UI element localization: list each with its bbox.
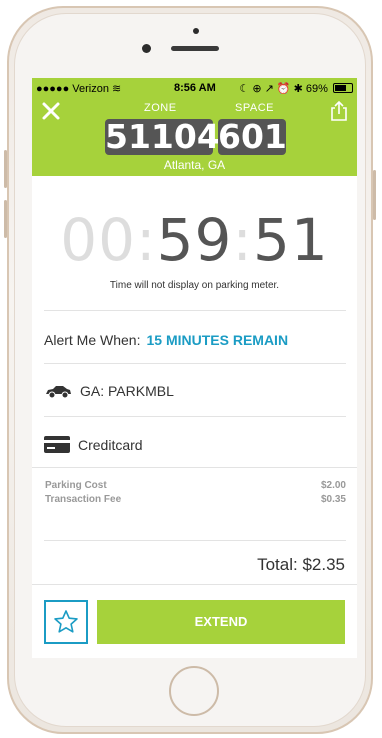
- earpiece-speaker: [171, 46, 219, 51]
- timer-seconds: 51: [252, 206, 329, 274]
- status-right-text: ☾ ⊕ ↗ ⏰ ✱ 69%: [239, 83, 328, 95]
- app-screen: ●●●●● Verizon ≋ 8:56 AM ☾ ⊕ ↗ ⏰ ✱ 69% ZO…: [32, 78, 357, 658]
- payment-row: Creditcard: [44, 436, 346, 456]
- credit-card-icon: [44, 436, 70, 456]
- divider: [44, 310, 346, 311]
- proximity-sensor: [193, 28, 199, 34]
- alert-value[interactable]: 15 MINUTES REMAIN: [146, 332, 288, 348]
- space-number: 601: [218, 117, 287, 156]
- close-icon: [42, 102, 60, 120]
- power-button: [373, 170, 376, 220]
- status-icons: ☾ ⊕ ↗ ⏰ ✱ 69%: [239, 82, 353, 95]
- divider: [44, 363, 346, 364]
- divider: [32, 467, 357, 468]
- cost-value: $2.00: [320, 480, 346, 491]
- timer-separator: :: [232, 206, 253, 274]
- total-amount: Total: $2.35: [257, 555, 345, 574]
- status-time: 8:56 AM: [174, 82, 216, 94]
- footer-divider: [32, 584, 357, 585]
- vehicle-plate: GA: PARKMBL: [80, 383, 174, 399]
- session-header: ●●●●● Verizon ≋ 8:56 AM ☾ ⊕ ↗ ⏰ ✱ 69% ZO…: [32, 78, 357, 176]
- zone-number: 51104: [105, 117, 220, 156]
- front-camera: [142, 44, 151, 53]
- timer-separator: :: [136, 206, 157, 274]
- close-button[interactable]: [40, 100, 62, 122]
- home-button[interactable]: [169, 666, 219, 716]
- cost-label: Parking Cost: [45, 480, 107, 491]
- volume-down-button: [4, 200, 7, 238]
- cost-line-parking: Parking Cost $2.00: [45, 480, 346, 491]
- timer-note: Time will not display on parking meter.: [109, 280, 280, 291]
- battery-icon: [333, 83, 353, 93]
- star-icon: [54, 610, 78, 633]
- timer-hours: 00: [60, 206, 137, 274]
- cost-value: $0.35: [320, 494, 346, 505]
- divider: [44, 540, 346, 541]
- vehicle-row: GA: PARKMBL: [44, 383, 346, 402]
- zone-label: ZONE: [144, 102, 177, 114]
- alert-label: Alert Me When:: [44, 332, 141, 348]
- extend-button[interactable]: EXTEND: [97, 600, 345, 644]
- city-label: Atlanta, GA: [163, 158, 226, 172]
- divider: [44, 416, 346, 417]
- share-icon: [331, 100, 347, 121]
- carrier-signal: ●●●●● Verizon ≋: [36, 83, 122, 95]
- payment-method: Creditcard: [78, 437, 143, 453]
- cost-label: Transaction Fee: [45, 494, 122, 505]
- alert-setting[interactable]: Alert Me When: 15 MINUTES REMAIN: [44, 332, 346, 348]
- status-bar: ●●●●● Verizon ≋ 8:56 AM ☾ ⊕ ↗ ⏰ ✱ 69%: [32, 78, 357, 98]
- countdown-timer: 00:59:51: [32, 206, 357, 274]
- favorite-button[interactable]: [44, 600, 88, 644]
- share-button[interactable]: [329, 100, 349, 122]
- volume-up-button: [4, 150, 7, 188]
- timer-minutes: 59: [156, 206, 233, 274]
- car-icon: [44, 385, 72, 402]
- cost-line-fee: Transaction Fee $0.35: [45, 494, 346, 505]
- space-label: SPACE: [235, 102, 274, 114]
